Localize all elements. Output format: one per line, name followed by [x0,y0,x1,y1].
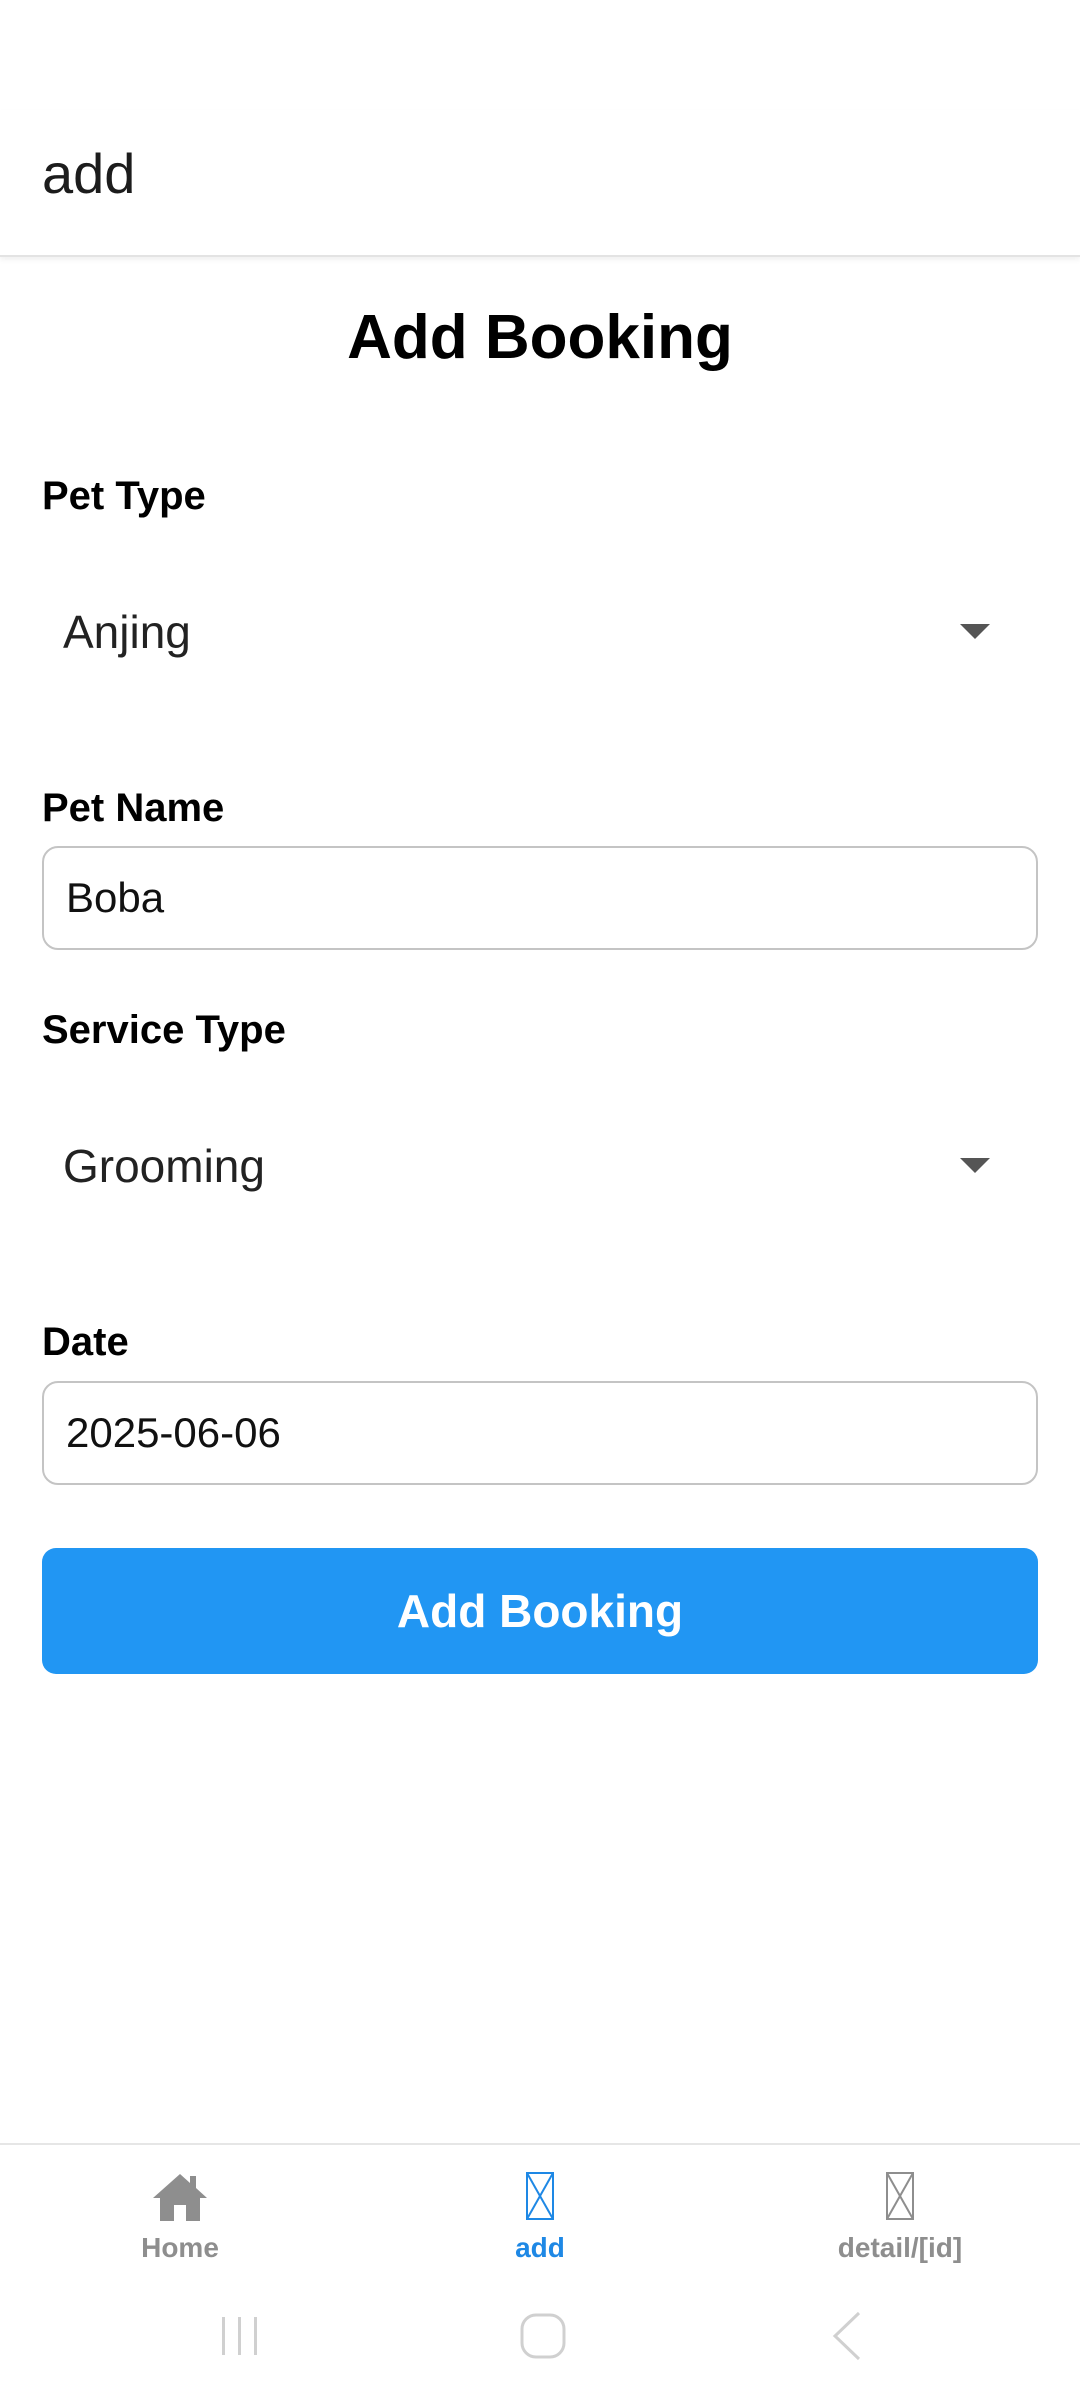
back-icon[interactable] [785,2303,905,2367]
date-value: 2025-06-06 [66,1409,281,1456]
dropdown-arrow-icon [960,1158,990,1173]
home-button-icon[interactable] [482,2303,602,2367]
app-header: add [0,110,1080,257]
pet-type-picker[interactable]: Anjing [42,572,1038,692]
tab-label-detail: detail/[id] [837,2232,963,2263]
bottom-tab-bar: Home add detail/[id] [0,2143,1080,2275]
recent-apps-icon[interactable] [180,2303,300,2367]
tab-add[interactable]: add [360,2145,720,2275]
date-input[interactable]: 2025-06-06 [42,1381,1038,1485]
service-type-value: Grooming [63,1140,265,1192]
page-title: Add Booking [347,303,733,372]
tab-detail[interactable]: detail/[id] [720,2145,1080,2275]
tab-label-add: add [515,2232,565,2263]
service-type-picker[interactable]: Grooming [42,1106,1038,1226]
date-label: Date [42,1320,129,1364]
add-booking-button[interactable]: Add Booking [42,1548,1038,1674]
pet-name-label: Pet Name [42,786,225,830]
placeholder-icon [525,2171,555,2226]
header-title: add [42,142,136,205]
placeholder-icon [885,2171,915,2226]
tab-label-home: Home [141,2232,219,2263]
dropdown-arrow-icon [960,624,990,639]
pet-type-label: Pet Type [42,474,206,518]
service-type-label: Service Type [42,1008,286,1052]
pet-name-value: Boba [66,874,165,921]
home-icon [151,2171,209,2228]
status-bar-area [0,0,1080,110]
tab-home[interactable]: Home [0,2145,360,2275]
pet-name-input[interactable]: Boba [42,846,1038,950]
pet-type-value: Anjing [63,606,191,658]
system-nav-bar [0,2273,1080,2400]
